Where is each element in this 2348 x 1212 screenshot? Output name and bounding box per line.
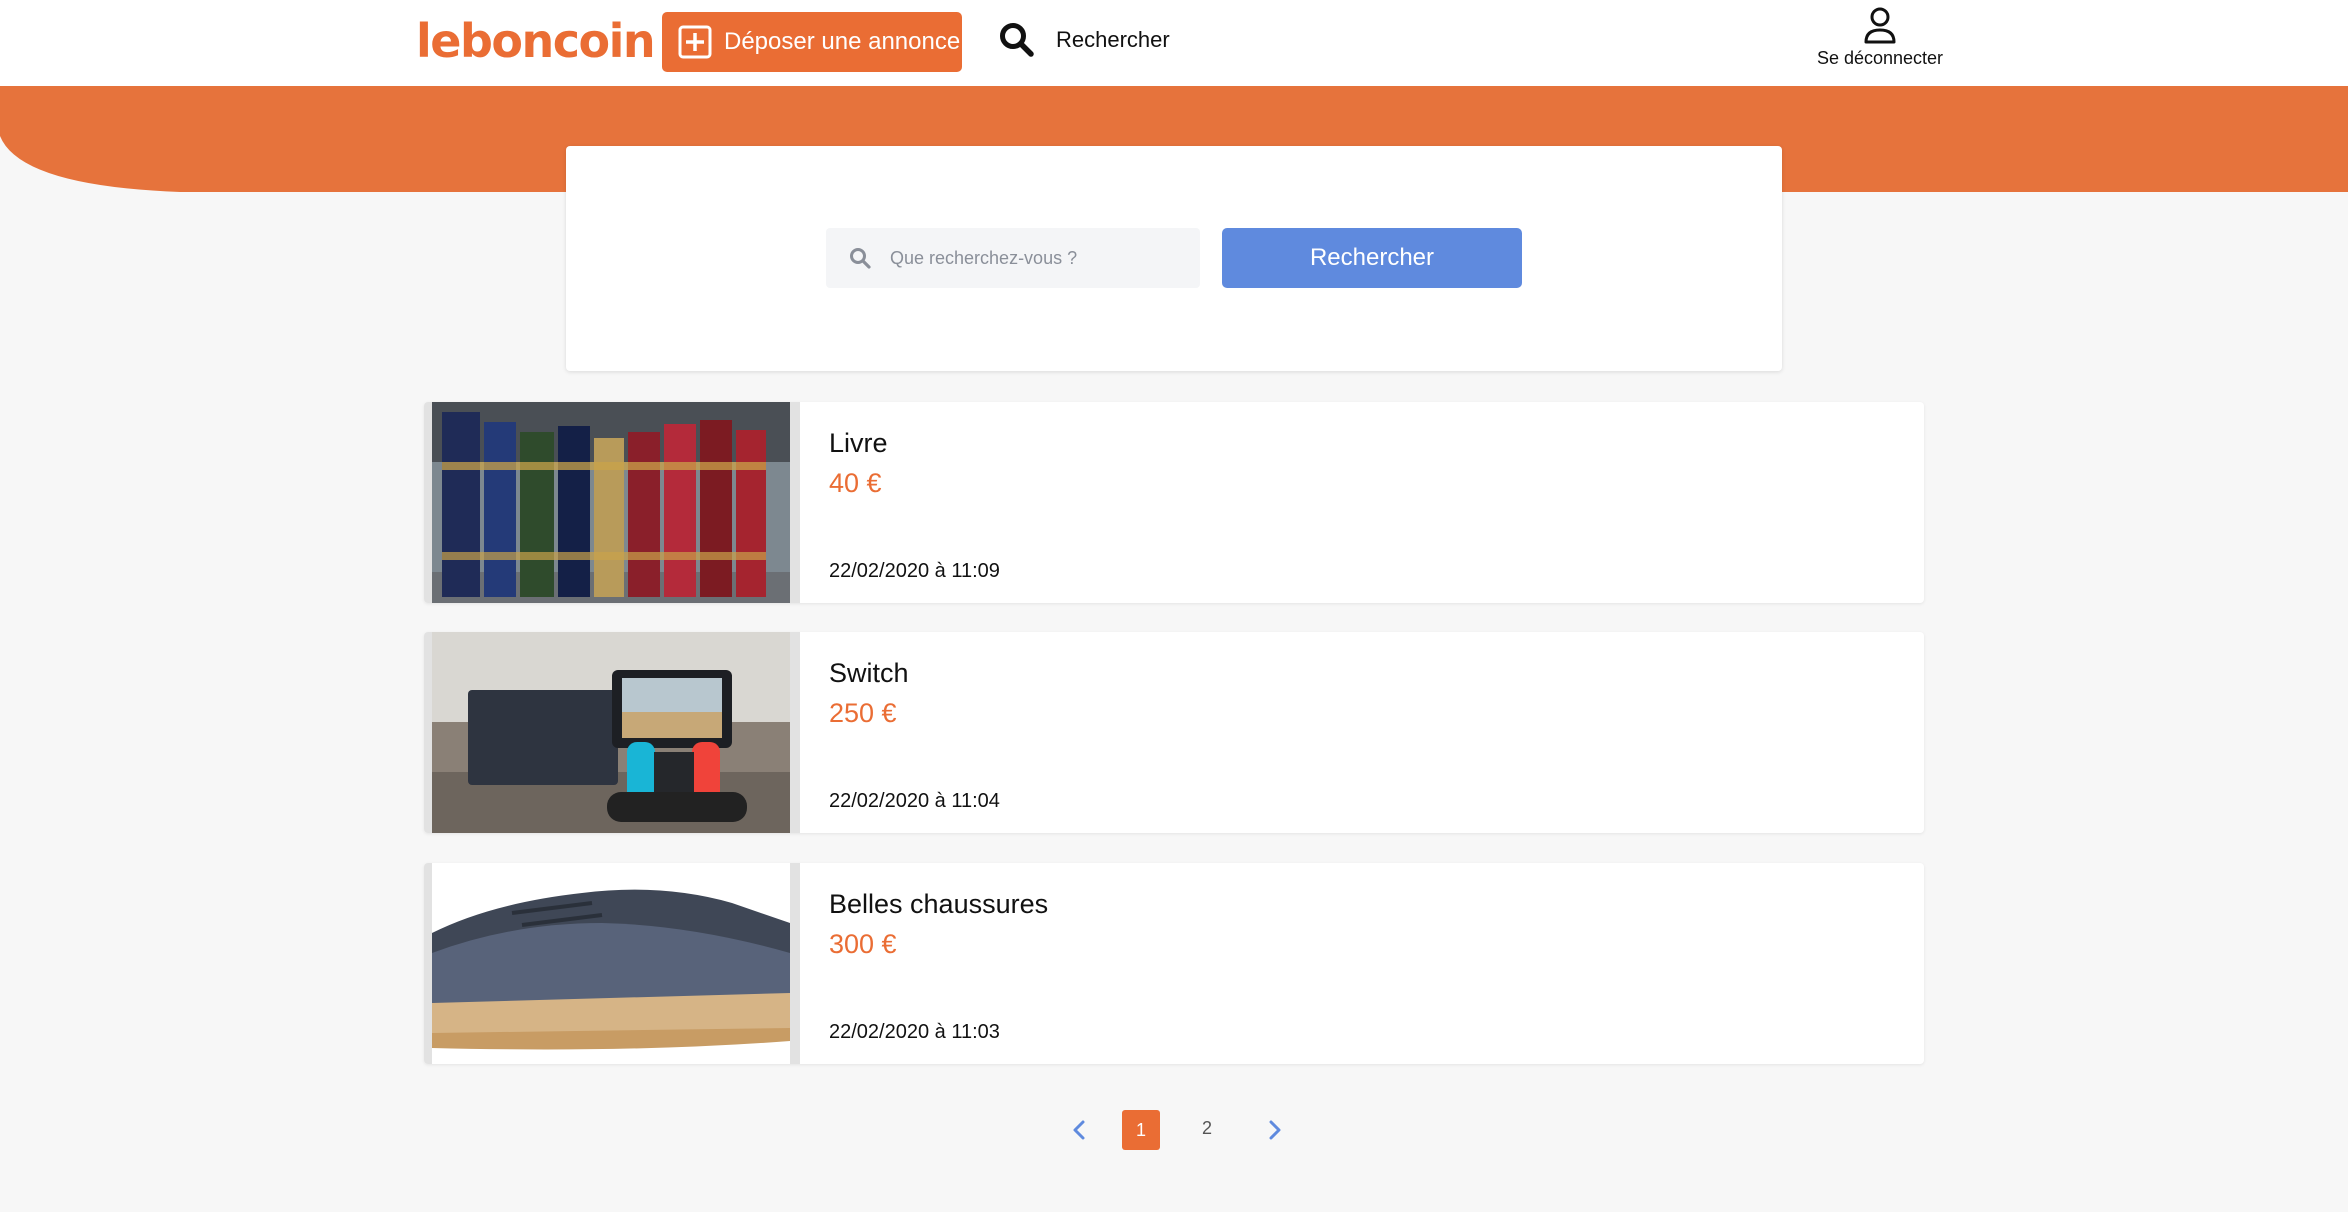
search-nav-label: Rechercher — [1056, 27, 1170, 52]
plus-square-icon — [678, 25, 712, 59]
listing-card[interactable]: Switch 250 € 22/02/2020 à 11:04 — [424, 632, 1924, 833]
listing-card[interactable]: Belles chaussures 300 € 22/02/2020 à 11:… — [424, 863, 1924, 1064]
search-nav-link[interactable]: Rechercher — [998, 20, 1170, 60]
chevron-right-icon[interactable] — [1262, 1118, 1286, 1142]
listing-price: 40 € — [829, 468, 882, 498]
listing-price: 300 € — [829, 929, 897, 959]
chevron-left-icon[interactable] — [1068, 1118, 1092, 1142]
post-ad-label: Déposer une annonce — [724, 28, 961, 55]
post-ad-button[interactable]: Déposer une annonce — [662, 12, 962, 72]
page-button-2[interactable]: 2 — [1188, 1108, 1226, 1148]
listing-date: 22/02/2020 à 11:04 — [829, 790, 1000, 812]
pagination: 1 2 — [1060, 1110, 1300, 1150]
listing-date: 22/02/2020 à 11:09 — [829, 560, 1000, 582]
search-input[interactable] — [890, 238, 1190, 278]
leboncoin-logo[interactable]: leboncoin — [416, 14, 656, 68]
search-panel: Rechercher — [566, 146, 1782, 371]
sneaker-photo — [432, 863, 790, 1064]
logout-button[interactable]: Se déconnecter — [1800, 6, 1960, 76]
page-button-1[interactable]: 1 — [1122, 1110, 1160, 1150]
listing-price: 250 € — [829, 698, 897, 728]
listing-title: Livre — [829, 428, 888, 458]
search-icon — [1000, 23, 1034, 57]
logout-label: Se déconnecter — [1816, 48, 1944, 68]
listing-date: 22/02/2020 à 11:03 — [829, 1021, 1000, 1043]
listing-image — [424, 632, 800, 833]
books-photo — [432, 402, 790, 603]
search-submit-button[interactable]: Rechercher — [1222, 228, 1522, 288]
search-field[interactable] — [826, 228, 1200, 288]
top-navbar: leboncoin Déposer une annonce Rechercher… — [0, 0, 2348, 86]
listing-title: Belles chaussures — [829, 889, 1049, 919]
listing-image — [424, 402, 800, 603]
listing-title: Switch — [829, 658, 909, 688]
search-icon — [850, 248, 871, 269]
user-icon — [1864, 7, 1896, 44]
console-photo — [432, 632, 790, 833]
listing-image — [424, 863, 800, 1064]
listing-card[interactable]: Livre 40 € 22/02/2020 à 11:09 — [424, 402, 1924, 603]
